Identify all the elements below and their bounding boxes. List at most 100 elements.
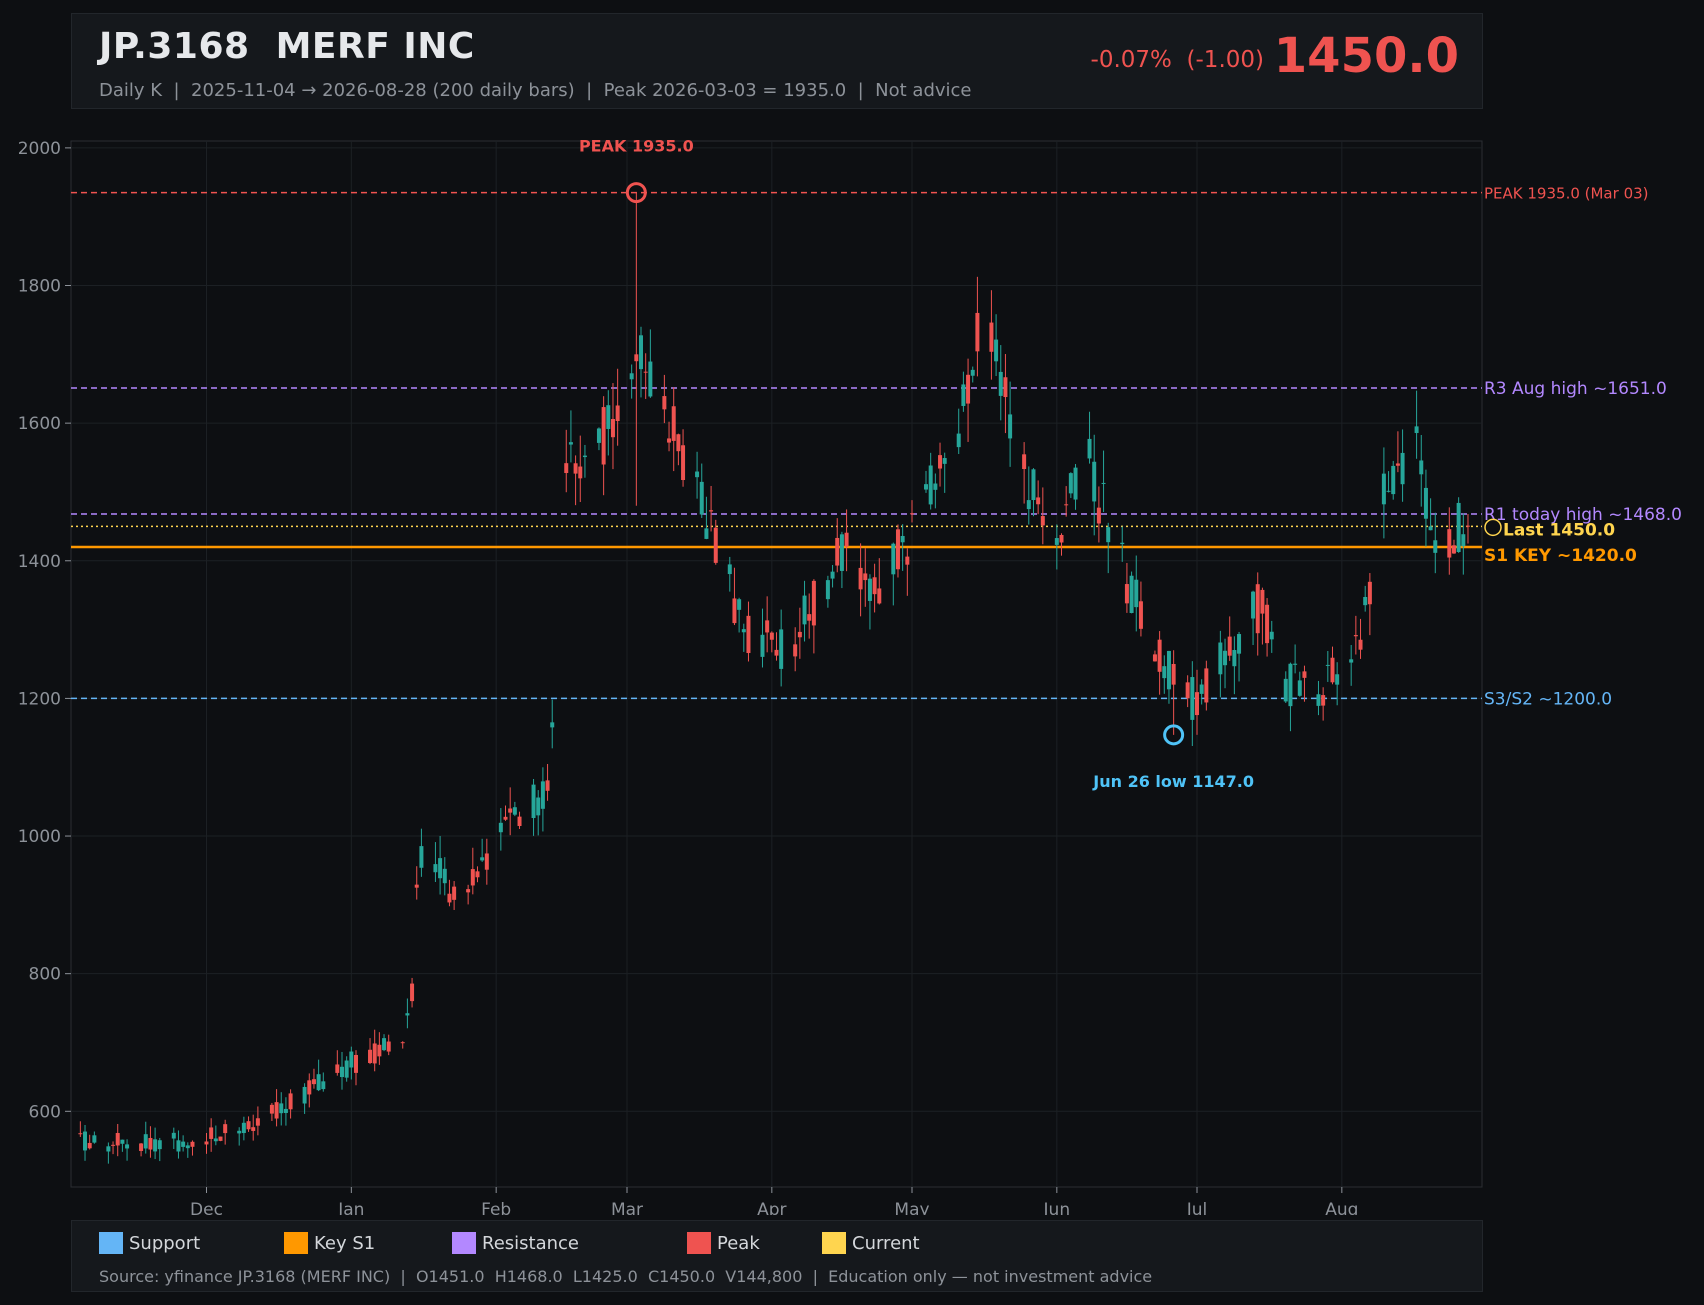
- candle-body: [1456, 502, 1461, 553]
- legend-panel: Support Key S1 Resistance Peak Current S…: [71, 1220, 1483, 1292]
- candle-body: [1251, 591, 1256, 619]
- candle-body: [765, 620, 770, 633]
- candle-body: [269, 1104, 274, 1114]
- x-tick-label: Mar: [611, 1200, 643, 1215]
- candle-body: [1166, 650, 1171, 690]
- candle-body: [746, 615, 751, 654]
- candle-body: [251, 1127, 256, 1131]
- candle-body: [1283, 678, 1288, 702]
- candle-body: [830, 571, 835, 579]
- candle-body: [1022, 454, 1027, 469]
- candle-body: [1194, 692, 1199, 716]
- candle-body: [78, 1133, 83, 1135]
- x-tick-label: Feb: [481, 1200, 511, 1215]
- candle-body: [1260, 589, 1265, 614]
- candle-body: [1190, 677, 1195, 720]
- candle-body: [1447, 529, 1452, 558]
- level-label: S1 KEY ~1420.0: [1484, 546, 1637, 566]
- candle-body: [998, 371, 1003, 396]
- candle-body: [1054, 538, 1059, 545]
- candle-body: [1363, 596, 1368, 606]
- candle-body: [1157, 639, 1162, 672]
- candle-body: [241, 1122, 246, 1134]
- candle-body: [442, 868, 447, 884]
- candle-body: [1223, 650, 1228, 666]
- candle-body: [512, 807, 517, 815]
- candle-body: [1325, 664, 1330, 666]
- candle-body: [662, 396, 667, 410]
- candle-body: [419, 846, 424, 868]
- candle-body: [737, 599, 742, 610]
- candle-body: [433, 864, 438, 873]
- level-label: S3/S2 ~1200.0: [1484, 689, 1612, 709]
- candle-body: [699, 481, 704, 515]
- candle-body: [311, 1079, 316, 1085]
- candle-body: [1171, 664, 1176, 685]
- candle-body: [1255, 584, 1260, 634]
- plot-area: [70, 140, 1483, 1188]
- candle-body: [157, 1140, 162, 1150]
- candle-body: [1204, 668, 1209, 703]
- legend-key-s1: Key S1: [284, 1231, 375, 1255]
- candle-body: [807, 614, 812, 621]
- candle-body: [1349, 659, 1354, 663]
- candle-body: [760, 634, 765, 657]
- candle-body: [316, 1074, 321, 1091]
- candle-body: [1288, 663, 1293, 707]
- y-tick-label: 800: [29, 965, 61, 985]
- candle-body: [867, 578, 872, 601]
- legend-peak: Peak: [687, 1231, 760, 1255]
- candle-body: [1227, 636, 1232, 656]
- candle-body: [475, 871, 480, 878]
- candle-body: [966, 374, 971, 404]
- candle-body: [1040, 516, 1045, 526]
- candle-body: [1068, 473, 1073, 494]
- candle-body: [596, 428, 601, 443]
- candle-body: [1400, 452, 1405, 485]
- candle-body: [989, 322, 994, 352]
- x-tick-label: Apr: [757, 1200, 786, 1215]
- candle-body: [582, 455, 587, 458]
- candle-body: [568, 442, 573, 445]
- legend-resistance: Resistance: [452, 1231, 579, 1255]
- candle-body: [835, 537, 840, 566]
- candle-body: [994, 339, 999, 362]
- candle-body: [120, 1139, 125, 1144]
- candle-body: [942, 458, 947, 464]
- candle-body: [938, 455, 943, 469]
- candle-body: [1358, 639, 1363, 650]
- candle-body: [928, 465, 933, 505]
- candle-body: [288, 1093, 293, 1110]
- candle-body: [933, 483, 938, 490]
- annotation-label: PEAK 1935.0: [579, 137, 694, 156]
- candle-body: [1297, 680, 1302, 696]
- candle-body: [578, 466, 583, 479]
- legend-label: Peak: [717, 1232, 760, 1254]
- candle-body: [713, 527, 718, 563]
- candle-body: [797, 631, 802, 638]
- candle-body: [872, 577, 877, 595]
- candle-body: [1185, 682, 1190, 699]
- candle-body: [900, 535, 905, 543]
- candle-body: [246, 1121, 251, 1130]
- candle-body: [1152, 654, 1157, 662]
- candle-body: [601, 407, 606, 465]
- candle-body: [811, 580, 816, 626]
- candle-body: [550, 722, 555, 728]
- candle-body: [1036, 497, 1041, 505]
- candle-body: [148, 1137, 153, 1150]
- legend-swatch: [687, 1232, 711, 1254]
- candle-body: [531, 784, 536, 819]
- legend-current: Current: [822, 1231, 920, 1255]
- y-tick-label: 1600: [18, 414, 61, 434]
- candle-body: [176, 1140, 181, 1152]
- candle-body: [307, 1080, 312, 1095]
- candle-body: [1321, 695, 1326, 706]
- candle-body: [1265, 604, 1270, 644]
- candle-body: [1428, 526, 1433, 531]
- candle-body: [335, 1064, 340, 1073]
- candle-body: [1026, 500, 1031, 510]
- candle-body: [414, 884, 419, 888]
- legend-support: Support: [99, 1231, 200, 1255]
- candle-body: [774, 649, 779, 656]
